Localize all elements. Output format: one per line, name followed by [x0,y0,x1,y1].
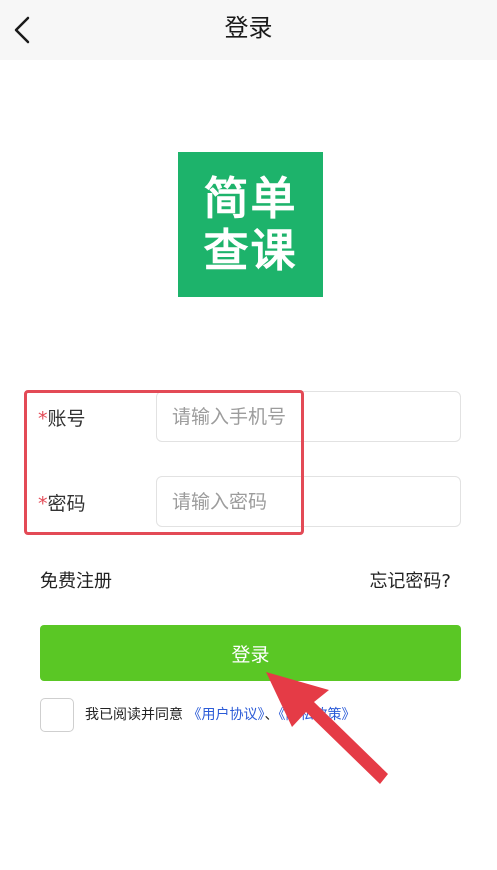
navigation-bar: 登录 [0,0,497,60]
logo-text-line1: 简单 [203,171,298,225]
register-link[interactable]: 免费注册 [40,567,112,593]
app-logo: 简单 查课 [178,152,323,297]
agreement-text: 我已阅读并同意 《用户协议》、《隐私政策》 [85,704,355,724]
agreement-prefix: 我已阅读并同意 [85,707,183,723]
agreement-separator: 、 [264,707,279,723]
login-button[interactable]: 登录 [40,625,461,681]
forgot-password-link[interactable]: 忘记密码? [369,567,451,593]
page-title: 登录 [224,14,273,42]
logo-text-line2: 查课 [203,223,298,277]
agreement-checkbox[interactable] [40,698,74,732]
form-highlight-box [24,390,304,535]
privacy-policy-link[interactable]: 《隐私政策》 [278,707,355,723]
user-agreement-link[interactable]: 《用户协议》 [187,707,264,723]
